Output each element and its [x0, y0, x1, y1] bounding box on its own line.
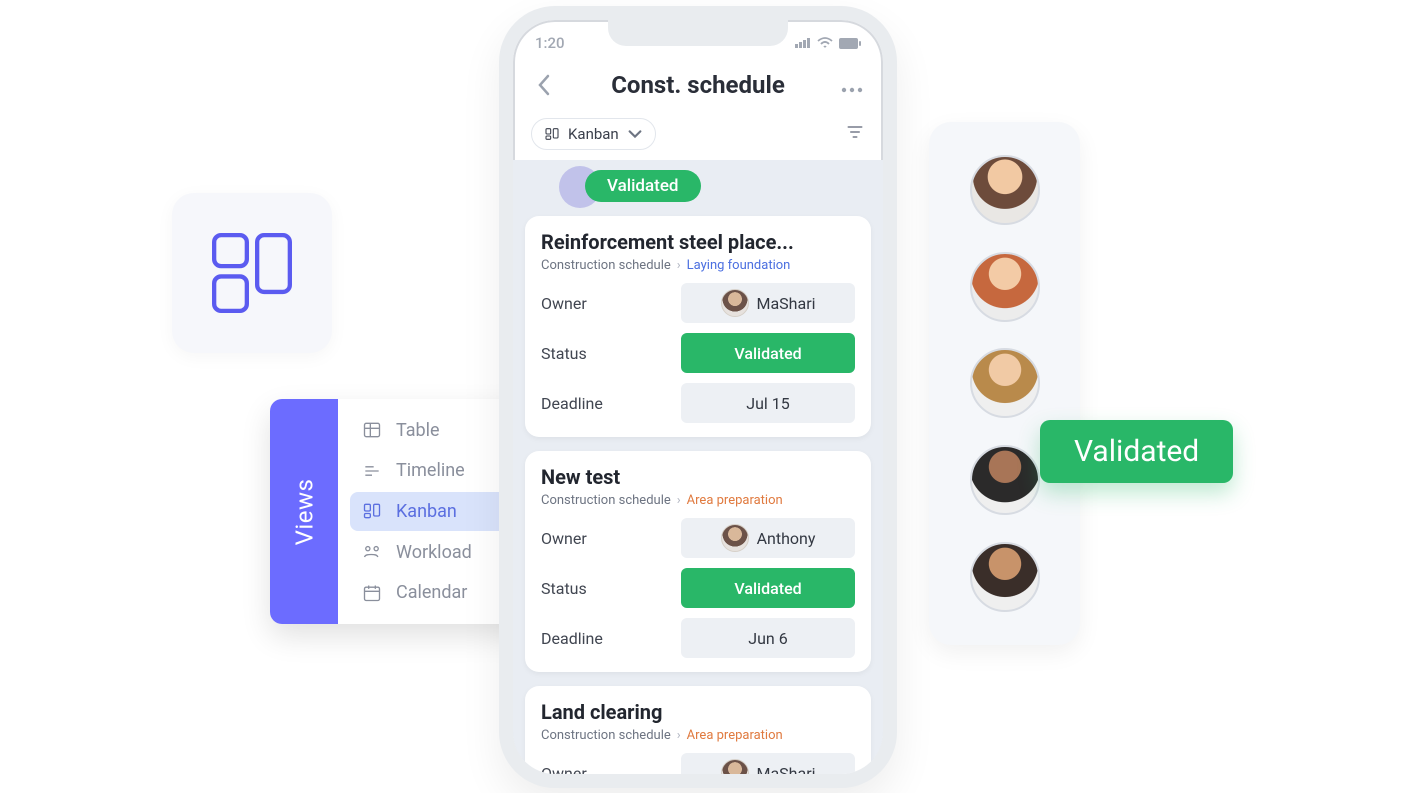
chevron-right-icon: › [677, 728, 681, 743]
views-item-workload[interactable]: Workload [350, 533, 524, 572]
avatar[interactable] [970, 445, 1040, 515]
breadcrumb-root: Construction schedule [541, 493, 671, 508]
workload-icon [362, 542, 382, 562]
field-label: Owner [541, 764, 587, 775]
breadcrumb: Construction schedule › Area preparation [541, 493, 855, 508]
field-label: Status [541, 579, 587, 598]
views-item-label: Workload [396, 542, 472, 563]
views-item-timeline[interactable]: Timeline [350, 452, 524, 491]
chevron-right-icon: › [677, 258, 681, 273]
phone-mockup: 1:20 Const. schedule Kanban [499, 6, 897, 788]
views-item-kanban[interactable]: Kanban [350, 492, 524, 531]
owner-name: MaShari [757, 294, 816, 313]
views-item-label: Kanban [396, 501, 457, 522]
kanban-icon [209, 230, 295, 316]
chevron-down-icon [627, 126, 643, 142]
field-owner: Owner MaShari [541, 753, 855, 774]
owner-name: Anthony [757, 529, 816, 548]
statusbar-indicators [795, 37, 861, 49]
breadcrumb-leaf[interactable]: Laying foundation [687, 258, 791, 273]
field-status: Status Validated [541, 568, 855, 608]
kanban-icon [362, 501, 382, 521]
field-label: Owner [541, 294, 587, 313]
phone-notch [608, 20, 788, 46]
deadline-value[interactable]: Jun 6 [681, 618, 855, 658]
breadcrumb-root: Construction schedule [541, 258, 671, 273]
breadcrumb: Construction schedule › Area preparation [541, 728, 855, 743]
kanban-card[interactable]: Land clearing Construction schedule › Ar… [525, 686, 871, 774]
battery-icon [839, 38, 861, 49]
back-button[interactable] [531, 72, 557, 98]
avatar[interactable] [970, 155, 1040, 225]
deadline-value[interactable]: Jul 15 [681, 383, 855, 423]
breadcrumb-leaf[interactable]: Area preparation [687, 493, 783, 508]
table-icon [362, 420, 382, 440]
field-deadline: Deadline Jun 6 [541, 618, 855, 658]
views-item-label: Calendar [396, 582, 467, 603]
filter-button[interactable] [845, 122, 865, 146]
people-panel [929, 122, 1080, 645]
owner-value[interactable]: Anthony [681, 518, 855, 558]
views-item-calendar[interactable]: Calendar [350, 573, 524, 612]
view-selector-label: Kanban [568, 125, 619, 143]
owner-value[interactable]: MaShari [681, 283, 855, 323]
kanban-icon [544, 126, 560, 142]
screen-header: Const. schedule [513, 58, 883, 112]
views-panel: Views Table Timeline Kanban Workload Cal… [270, 399, 536, 624]
card-title: Reinforcement steel place... [541, 230, 855, 254]
more-horizontal-icon [841, 87, 863, 93]
filter-icon [845, 122, 865, 142]
status-value[interactable]: Validated [681, 568, 855, 608]
calendar-icon [362, 583, 382, 603]
avatar [721, 759, 749, 774]
kanban-column: Validated Reinforcement steel place... C… [513, 160, 883, 774]
status-badge: Validated [1040, 420, 1233, 483]
status-value[interactable]: Validated [681, 333, 855, 373]
view-selector[interactable]: Kanban [531, 118, 656, 150]
field-label: Deadline [541, 629, 603, 648]
field-label: Status [541, 344, 587, 363]
field-deadline: Deadline Jul 15 [541, 383, 855, 423]
breadcrumb: Construction schedule › Laying foundatio… [541, 258, 855, 273]
field-label: Deadline [541, 394, 603, 413]
field-owner: Owner MaShari [541, 283, 855, 323]
avatar[interactable] [970, 348, 1040, 418]
views-strip: Views [270, 399, 338, 624]
views-item-table[interactable]: Table [350, 411, 524, 450]
owner-name: MaShari [757, 764, 816, 775]
owner-value[interactable]: MaShari [681, 753, 855, 774]
column-status-pill: Validated [585, 170, 701, 202]
views-strip-label: Views [290, 478, 318, 545]
signal-icon [795, 38, 811, 48]
kanban-card[interactable]: New test Construction schedule › Area pr… [525, 451, 871, 672]
kanban-card[interactable]: Reinforcement steel place... Constructio… [525, 216, 871, 437]
breadcrumb-root: Construction schedule [541, 728, 671, 743]
screen-subbar: Kanban [513, 112, 883, 160]
avatar[interactable] [970, 542, 1040, 612]
field-owner: Owner Anthony [541, 518, 855, 558]
chevron-right-icon: › [677, 493, 681, 508]
views-item-label: Timeline [396, 460, 465, 481]
wifi-icon [817, 37, 833, 49]
card-title: Land clearing [541, 700, 855, 724]
chevron-left-icon [537, 74, 551, 96]
field-label: Owner [541, 529, 587, 548]
breadcrumb-leaf[interactable]: Area preparation [687, 728, 783, 743]
kanban-layout-tile [172, 193, 332, 353]
card-title: New test [541, 465, 855, 489]
avatar [721, 524, 749, 552]
statusbar-time: 1:20 [535, 34, 565, 52]
timeline-icon [362, 461, 382, 481]
avatar[interactable] [970, 252, 1040, 322]
column-header: Validated [563, 170, 871, 202]
field-status: Status Validated [541, 333, 855, 373]
more-button[interactable] [839, 71, 865, 99]
avatar [721, 289, 749, 317]
views-item-label: Table [396, 420, 440, 441]
page-title: Const. schedule [567, 71, 829, 99]
